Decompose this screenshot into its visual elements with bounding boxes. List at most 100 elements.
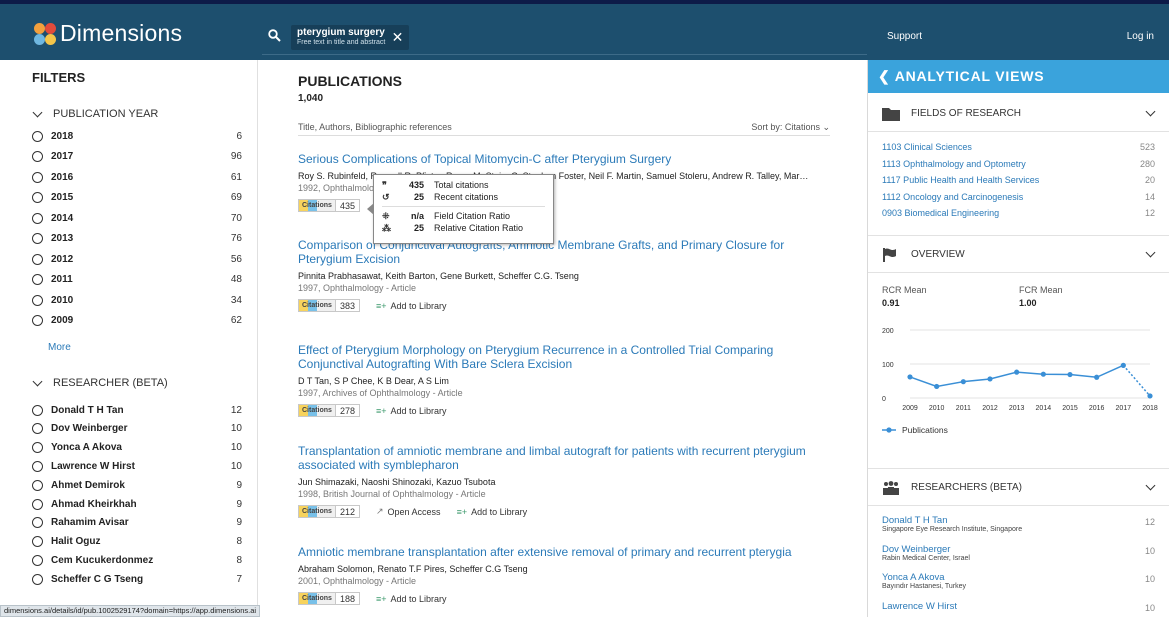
publication-authors: D T Tan, S P Chee, K B Dear, A S Lim (298, 376, 449, 386)
researcher-toggle[interactable]: RESEARCHER (BETA) (32, 376, 168, 389)
radio-button[interactable] (32, 517, 43, 529)
add-to-library-button[interactable]: ≡+ Add to Library (457, 507, 528, 517)
year-filter-row[interactable]: 2011 48 (32, 272, 242, 288)
radio-button[interactable] (32, 460, 43, 472)
field-of-research-link[interactable]: 1112 Oncology and Carcinogenesis (882, 192, 1023, 202)
radio-button[interactable] (32, 423, 43, 435)
support-link[interactable]: Support (887, 31, 922, 42)
radio-button[interactable] (32, 212, 43, 224)
publication-title-link[interactable]: Transplantation of amniotic membrane and… (298, 444, 830, 472)
field-of-research-row[interactable]: 1103 Clinical Sciences 523 (882, 142, 1155, 152)
researchers-header[interactable]: RESEARCHERS (BETA) (868, 470, 1169, 506)
radio-button[interactable] (32, 479, 43, 491)
researcher-row[interactable]: Dov Weinberger Rabin Medical Center, Isra… (882, 544, 1155, 562)
logo[interactable]: Dimensions (34, 20, 182, 47)
researcher-name-link[interactable]: Dov Weinberger (882, 544, 1155, 555)
add-to-library-button[interactable]: ≡+ Add to Library (376, 406, 447, 416)
field-of-research-row[interactable]: 0903 Biomedical Engineering 12 (882, 208, 1155, 218)
researcher-filter-row[interactable]: Cem Kucukerdonmez 8 (32, 552, 242, 568)
radio-button[interactable] (32, 315, 43, 326)
citations-badge[interactable]: Citations 212 (298, 505, 360, 518)
radio-button[interactable] (32, 536, 43, 548)
researcher-filter-row[interactable]: Halit Oguz 8 (32, 534, 242, 550)
field-of-research-link[interactable]: 0903 Biomedical Engineering (882, 208, 999, 218)
publication-authors: Pinnita Prabhasawat, Keith Barton, Gene … (298, 271, 579, 281)
publication-title-link[interactable]: Effect of Pterygium Morphology on Pteryg… (298, 343, 830, 371)
clear-search-icon[interactable]: ✕ (392, 29, 404, 46)
add-to-library-button[interactable]: ≡+ Add to Library (376, 301, 447, 311)
researcher-filter-row[interactable]: Donald T H Tan 12 (32, 402, 242, 418)
researcher-filter-row[interactable]: Rahamim Avisar 9 (32, 515, 242, 531)
researcher-filter-row[interactable]: Yonca A Akova 10 (32, 440, 242, 456)
field-of-research-link[interactable]: 1117 Public Health and Health Services (882, 175, 1039, 185)
radio-button[interactable] (32, 274, 43, 285)
more-years-link[interactable]: More (48, 342, 71, 353)
radio-button[interactable] (32, 554, 43, 566)
year-filter-row[interactable]: 2009 62 (32, 313, 242, 329)
year-filter-row[interactable]: 2010 34 (32, 292, 242, 308)
researcher-name-link[interactable]: Yonca A Akova (882, 572, 1155, 583)
analytical-views-header[interactable]: ❮ ANALYTICAL VIEWS (868, 60, 1169, 93)
radio-button[interactable] (32, 130, 43, 142)
researcher-name-link[interactable]: Lawrence W Hirst (882, 601, 1155, 612)
field-of-research-link[interactable]: 1113 Ophthalmology and Optometry (882, 159, 1026, 169)
field-of-research-row[interactable]: 1113 Ophthalmology and Optometry 280 (882, 159, 1155, 169)
researcher-row[interactable]: Yonca A Akova Bayındır Hastanesi, Turkey 1… (882, 572, 1155, 590)
year-filter-count: 48 (230, 274, 242, 285)
metric-icon: ↺ (382, 191, 390, 202)
radio-button[interactable] (32, 192, 43, 203)
radio-button[interactable] (32, 253, 43, 265)
fields-of-research-header[interactable]: FIELDS OF RESEARCH (868, 96, 1169, 132)
radio-button[interactable] (32, 442, 43, 454)
open-access-link[interactable]: ↗ Open Access (376, 506, 441, 517)
divider (868, 468, 1169, 469)
researcher-filter-row[interactable]: Dov Weinberger 10 (32, 421, 242, 437)
citations-badge[interactable]: Citations 278 (298, 404, 360, 417)
radio-button[interactable] (32, 171, 43, 183)
login-link[interactable]: Log in (1127, 31, 1154, 42)
researcher-row[interactable]: Lawrence W Hirst 10 (882, 601, 1155, 613)
overview-header[interactable]: OVERVIEW (868, 237, 1169, 273)
radio-button[interactable] (32, 233, 43, 244)
radio-button[interactable] (32, 151, 43, 162)
publication-year-toggle[interactable]: PUBLICATION YEAR (32, 107, 158, 120)
year-filter-row[interactable]: 2014 70 (32, 210, 242, 226)
researcher-name-link[interactable]: Donald T H Tan (882, 515, 1155, 526)
radio-button[interactable] (32, 498, 43, 510)
year-filter-count: 61 (230, 171, 242, 183)
researcher-filter-row[interactable]: Lawrence W Hirst 10 (32, 458, 242, 474)
year-filter-label: 2013 (51, 233, 74, 244)
researcher-filter-count: 12 (230, 404, 242, 416)
year-filter-row[interactable]: 2015 69 (32, 190, 242, 206)
citations-badge[interactable]: Citations 383 (298, 299, 360, 312)
radio-button[interactable] (32, 404, 43, 416)
field-of-research-row[interactable]: 1112 Oncology and Carcinogenesis 14 (882, 192, 1155, 202)
researchers-title: RESEARCHERS (BETA) (911, 482, 1022, 493)
year-filter-row[interactable]: 2013 76 (32, 231, 242, 247)
publication-title-link[interactable]: Amniotic membrane transplantation after … (298, 545, 830, 559)
field-of-research-link[interactable]: 1103 Clinical Sciences (882, 142, 972, 152)
researcher-filter-row[interactable]: Ahmet Demirok 9 (32, 477, 242, 493)
citations-badge-label: Citations (299, 506, 335, 517)
chevron-down-icon (1145, 480, 1156, 491)
year-filter-row[interactable]: 2016 61 (32, 169, 242, 185)
field-of-research-row[interactable]: 1117 Public Health and Health Services 20 (882, 175, 1155, 185)
citations-badge[interactable]: Citations 435 (298, 199, 360, 212)
column-header: Title, Authors, Bibliographic references… (298, 122, 830, 136)
researcher-filter-row[interactable]: Scheffer C G Tseng 7 (32, 571, 242, 587)
researcher-row[interactable]: Donald T H Tan Singapore Eye Research Ins… (882, 515, 1155, 533)
citations-badge[interactable]: Citations 188 (298, 592, 360, 605)
year-filter-row[interactable]: 2012 56 (32, 251, 242, 267)
search-query-chip[interactable]: pterygium surgery Free text in title and… (291, 25, 410, 50)
publication-title-link[interactable]: Serious Complications of Topical Mitomyc… (298, 152, 830, 166)
sort-dropdown[interactable]: Sort by: Citations ⌄ (751, 122, 830, 133)
radio-button[interactable] (32, 573, 43, 585)
year-filter-row[interactable]: 2018 6 (32, 128, 242, 144)
researcher-filter-row[interactable]: Ahmad Kheirkhah 9 (32, 496, 242, 512)
add-to-library-button[interactable]: ≡+ Add to Library (376, 594, 447, 604)
radio-button[interactable] (32, 294, 43, 306)
x-tick-label: 2014 (1036, 405, 1052, 412)
search-icon[interactable] (268, 29, 281, 42)
year-filter-row[interactable]: 2017 96 (32, 149, 242, 165)
researcher-filter-count: 10 (230, 442, 242, 454)
